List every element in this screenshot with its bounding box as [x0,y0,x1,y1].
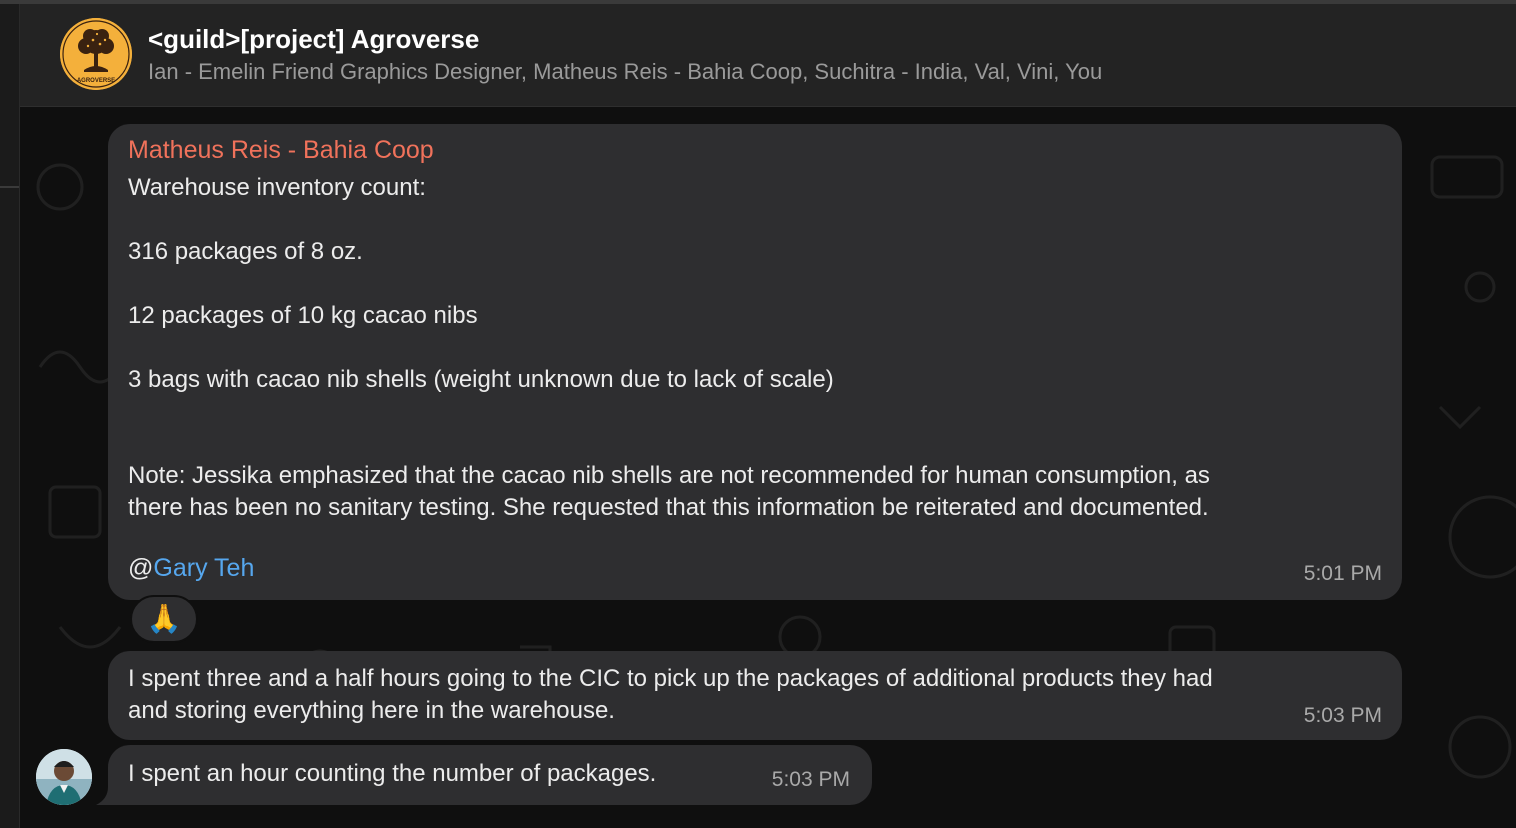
user-avatar[interactable] [36,749,92,805]
message-list[interactable]: Matheus Reis - Bahia Coop Warehouse inve… [20,107,1516,828]
message-text-line: I spent an hour counting the number of p… [128,760,657,787]
user-photo-icon [36,749,92,805]
chat-title[interactable]: <guild>[project] Agroverse [148,24,479,55]
message-bubble[interactable]: I spent three and a half hours going to … [108,651,1402,740]
message-bubble[interactable]: I spent an hour counting the number of p… [108,745,872,805]
logo-text: AGROVERSE [77,78,115,84]
message-timestamp: 5:01 PM [1303,562,1382,585]
chat-header[interactable]: AGROVERSE <guild>[project] Agroverse Ian… [20,4,1516,107]
chat-list-divider [0,186,19,188]
message-text-line: Warehouse inventory count: [128,174,426,201]
reaction-badge[interactable]: 🙏 [130,595,198,643]
message-timestamp: 5:03 PM [771,768,850,791]
mention-line: @Gary Teh [128,554,254,583]
message-text-line: 12 packages of 10 kg cacao nibs [128,302,478,329]
mention-link[interactable]: Gary Teh [153,554,254,582]
message-text-line: 3 bags with cacao nib shells (weight unk… [128,366,834,393]
agroverse-tree-logo-icon: AGROVERSE [60,18,132,90]
message-text-line: 316 packages of 8 oz. [128,238,363,265]
group-avatar[interactable]: AGROVERSE [60,18,132,90]
message-timestamp: 5:03 PM [1303,704,1382,727]
message-bubble[interactable]: Matheus Reis - Bahia Coop Warehouse inve… [108,124,1402,600]
message-text-line: and storing everything here in the wareh… [128,697,615,724]
telegram-window: AGROVERSE <guild>[project] Agroverse Ian… [0,0,1516,828]
message-text-line: there has been no sanitary testing. She … [128,494,1209,521]
message-text-line: Note: Jessika emphasized that the cacao … [128,462,1210,489]
mention-prefix: @ [128,554,154,582]
chat-list-edge[interactable] [0,4,20,828]
sender-name[interactable]: Matheus Reis - Bahia Coop [128,136,434,165]
message-text-line: I spent three and a half hours going to … [128,665,1213,692]
chat-members-list[interactable]: Ian - Emelin Friend Graphics Designer, M… [148,59,1102,85]
